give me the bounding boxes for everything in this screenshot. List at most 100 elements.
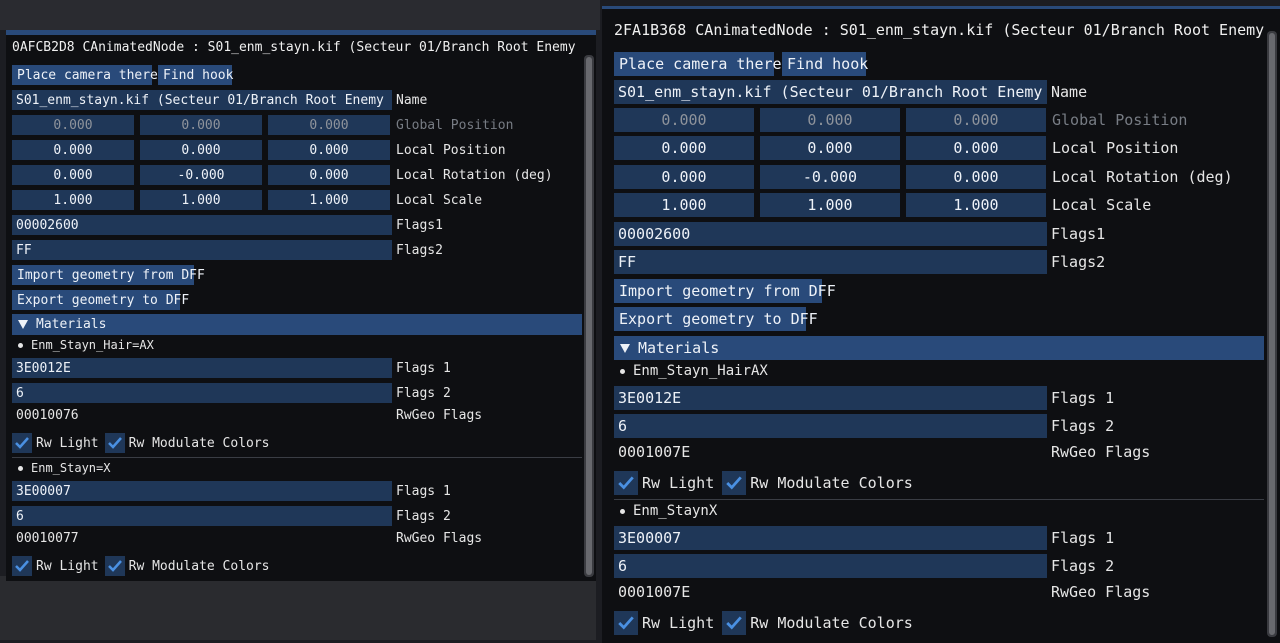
materials-header[interactable]: Materials (614, 336, 1264, 360)
material-flags1-input[interactable]: 3E00007 (12, 481, 392, 501)
scrollbar[interactable] (1267, 31, 1277, 637)
material-name: Enm_Stayn_HairAX (633, 363, 768, 379)
inspector-window-right: 2FA1B368 CAnimatedNode : S01_enm_stayn.k… (602, 6, 1280, 643)
collapse-arrow-icon (620, 343, 630, 353)
background-bar (0, 0, 600, 30)
rw-modulate-label: Rw Modulate Colors (750, 474, 913, 492)
flags1-label: Flags1 (396, 217, 443, 233)
local-rotation-z[interactable]: 0.000 (268, 165, 390, 185)
checkmark-icon (618, 476, 634, 490)
rw-light-checkbox[interactable] (12, 433, 32, 453)
find-hook-button[interactable]: Find hook (158, 65, 233, 85)
find-hook-button[interactable]: Find hook (782, 52, 868, 76)
local-rotation-x[interactable]: 0.000 (12, 165, 134, 185)
place-camera-button[interactable]: Place camera there (12, 65, 158, 85)
local-scale-x[interactable]: 1.000 (12, 190, 134, 210)
material-flags2-label: Flags 2 (396, 508, 451, 524)
material-flags2-input[interactable]: 6 (614, 414, 1047, 438)
material-flags2-input[interactable]: 6 (12, 506, 392, 526)
rw-modulate-checkbox[interactable] (104, 556, 125, 576)
window-title: 2FA1B368 CAnimatedNode : S01_enm_stayn.k… (614, 21, 1264, 39)
material-flags1-input[interactable]: 3E0012E (12, 358, 392, 378)
global-position-x: 0.000 (12, 115, 134, 135)
scrollbar[interactable] (584, 55, 594, 577)
local-rotation-y[interactable]: -0.000 (760, 165, 900, 189)
material-rwgeo-value: 00010077 (16, 531, 79, 546)
rw-light-label: Rw Light (36, 435, 99, 451)
material-rwgeo-label: RwGeo Flags (1051, 583, 1151, 601)
rw-modulate-checkbox[interactable] (722, 471, 747, 495)
scrollbar-thumb[interactable] (586, 57, 592, 575)
local-rotation-y[interactable]: -0.000 (140, 165, 262, 185)
local-position-y[interactable]: 0.000 (760, 136, 900, 160)
global-position-y: 0.000 (760, 108, 900, 132)
local-position-z[interactable]: 0.000 (906, 136, 1046, 160)
place-camera-button[interactable]: Place camera there (614, 52, 782, 76)
collapse-arrow-icon (18, 320, 28, 329)
local-position-y[interactable]: 0.000 (140, 140, 262, 160)
material-flags2-input[interactable]: 6 (614, 554, 1047, 578)
material-rwgeo-value: 00010076 (16, 408, 79, 423)
material-flags2-label: Flags 2 (1051, 557, 1115, 575)
local-scale-y[interactable]: 1.000 (140, 190, 262, 210)
material-flags1-input[interactable]: 3E0012E (614, 386, 1047, 410)
inspector-window-left: 0AFCB2D8 CAnimatedNode : S01_enm_stayn.k… (6, 30, 596, 581)
local-scale-y[interactable]: 1.000 (760, 193, 900, 217)
local-rotation-x[interactable]: 0.000 (614, 165, 754, 189)
materials-header-label: Materials (638, 339, 720, 357)
materials-header[interactable]: Materials (12, 314, 582, 335)
material-flags1-input[interactable]: 3E00007 (614, 526, 1047, 550)
checkmark-icon (618, 616, 634, 630)
material-flags1-label: Flags 1 (1051, 389, 1115, 407)
local-position-x[interactable]: 0.000 (12, 140, 134, 160)
window-title: 0AFCB2D8 CAnimatedNode : S01_enm_stayn.k… (12, 40, 582, 55)
flags2-label: Flags2 (396, 242, 443, 258)
rw-modulate-checkbox[interactable] (722, 611, 747, 635)
material-flags2-input[interactable]: 6 (12, 383, 392, 403)
local-position-label: Local Position (396, 142, 506, 158)
global-position-y: 0.000 (140, 115, 262, 135)
local-scale-z[interactable]: 1.000 (906, 193, 1046, 217)
rw-light-checkbox[interactable] (614, 611, 638, 635)
flags1-input[interactable]: 00002600 (614, 222, 1047, 246)
export-geometry-button[interactable]: Export geometry to DFF (614, 307, 818, 331)
flags2-input[interactable]: FF (614, 250, 1047, 274)
local-position-x[interactable]: 0.000 (614, 136, 754, 160)
flags1-label: Flags1 (1051, 225, 1106, 243)
name-input[interactable]: S01_enm_stayn.kif (Secteur 01/Branch Roo… (614, 80, 1047, 104)
global-position-z: 0.000 (906, 108, 1046, 132)
bullet-icon (620, 368, 625, 374)
export-geometry-button[interactable]: Export geometry to DFF (12, 290, 189, 310)
checkmark-icon (15, 437, 29, 449)
scrollbar-thumb[interactable] (1269, 33, 1275, 635)
import-geometry-button[interactable]: Import geometry from DFF (12, 265, 205, 285)
rw-modulate-label: Rw Modulate Colors (128, 558, 270, 574)
local-scale-x[interactable]: 1.000 (614, 193, 754, 217)
checkmark-icon (726, 616, 743, 630)
material-separator (12, 457, 582, 458)
local-scale-z[interactable]: 1.000 (268, 190, 390, 210)
checkmark-icon (726, 476, 743, 490)
rw-modulate-checkbox[interactable] (104, 433, 125, 453)
rw-light-checkbox[interactable] (12, 556, 32, 576)
rw-modulate-label: Rw Modulate Colors (750, 614, 913, 632)
material-rwgeo-label: RwGeo Flags (396, 408, 483, 423)
material-name: Enm_StaynX (633, 503, 718, 519)
local-position-z[interactable]: 0.000 (268, 140, 390, 160)
flags2-input[interactable]: FF (12, 240, 392, 260)
materials-header-label: Materials (36, 317, 107, 332)
import-geometry-button[interactable]: Import geometry from DFF (614, 279, 836, 303)
rw-modulate-label: Rw Modulate Colors (128, 435, 270, 451)
global-position-label: Global Position (396, 117, 514, 133)
material-rwgeo-label: RwGeo Flags (1051, 443, 1151, 461)
local-rotation-z[interactable]: 0.000 (906, 165, 1046, 189)
local-scale-label: Local Scale (1052, 196, 1152, 214)
material-flags1-label: Flags 1 (396, 360, 451, 376)
name-input[interactable]: S01_enm_stayn.kif (Secteur 01/Branch Roo… (12, 90, 392, 110)
rw-light-label: Rw Light (642, 614, 715, 632)
checkmark-icon (15, 560, 29, 572)
flags1-input[interactable]: 00002600 (12, 215, 392, 235)
rw-light-checkbox[interactable] (614, 471, 638, 495)
flags2-label: Flags2 (1051, 253, 1106, 271)
checkmark-icon (107, 560, 122, 572)
